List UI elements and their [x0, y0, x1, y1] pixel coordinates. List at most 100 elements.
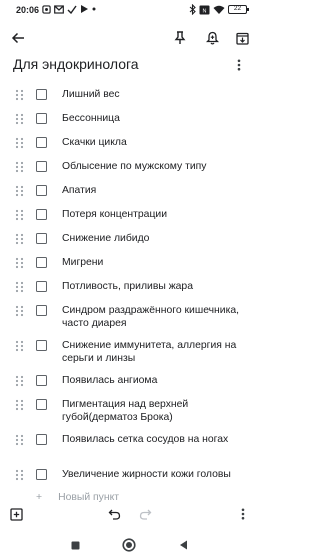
- item-checkbox[interactable]: [36, 89, 47, 100]
- list-item[interactable]: Снижение либидо: [0, 233, 259, 257]
- status-right-icons: N 22: [189, 4, 249, 15]
- item-text[interactable]: Мигрени: [62, 256, 247, 269]
- list-item[interactable]: Появилась ангиома: [0, 375, 259, 399]
- item-checkbox[interactable]: [36, 340, 47, 351]
- drag-handle-icon[interactable]: [15, 305, 25, 317]
- drag-handle-icon[interactable]: [15, 340, 25, 352]
- drag-handle-icon[interactable]: [15, 434, 25, 446]
- item-text[interactable]: Пигментация над верхней губой(дерматоз Б…: [62, 398, 247, 424]
- item-checkbox[interactable]: [36, 281, 47, 292]
- drag-handle-icon[interactable]: [15, 375, 25, 387]
- system-back-button[interactable]: [174, 536, 192, 554]
- item-checkbox[interactable]: [36, 399, 47, 410]
- note-header: Для эндокринолога: [0, 52, 259, 78]
- item-text[interactable]: Снижение иммунитета, аллергия на серьги …: [62, 339, 247, 365]
- item-text[interactable]: Появилась ангиома: [62, 374, 247, 387]
- item-checkbox[interactable]: [36, 469, 47, 480]
- item-checkbox[interactable]: [36, 137, 47, 148]
- item-text[interactable]: Потливость, приливы жара: [62, 280, 247, 293]
- item-text[interactable]: Облысение по мужскому типу: [62, 160, 247, 173]
- drag-handle-icon[interactable]: [15, 137, 25, 149]
- drag-handle-icon[interactable]: [15, 161, 25, 173]
- item-checkbox[interactable]: [36, 185, 47, 196]
- checklist: Лишний вес Бессонница Скачки цикла Облысени…: [0, 84, 259, 500]
- drag-handle-icon[interactable]: [15, 399, 25, 411]
- note-title[interactable]: Для эндокринолога: [13, 56, 139, 72]
- list-item[interactable]: Лишний вес: [0, 89, 259, 113]
- list-item[interactable]: Облысение по мужскому типу: [0, 161, 259, 185]
- arrow-left-icon: [11, 32, 24, 44]
- item-text[interactable]: Появилась сетка сосудов на ногах: [62, 433, 247, 446]
- item-checkbox[interactable]: [36, 113, 47, 124]
- list-item[interactable]: Бессонница: [0, 113, 259, 137]
- drag-handle-icon[interactable]: [15, 89, 25, 101]
- more-vert-icon: [241, 508, 245, 520]
- redo-button[interactable]: [135, 504, 155, 524]
- recents-button[interactable]: [66, 536, 84, 554]
- undo-icon: [108, 509, 120, 520]
- item-checkbox[interactable]: [36, 434, 47, 445]
- archive-icon: [235, 32, 249, 45]
- list-item[interactable]: Синдром раздражённого кишечника, часто д…: [0, 305, 259, 340]
- home-circle-icon: [122, 538, 136, 552]
- list-item[interactable]: Скачки цикла: [0, 137, 259, 161]
- wifi-icon: [213, 5, 225, 14]
- note-bottom-bar: [0, 502, 259, 526]
- drag-handle-icon[interactable]: [15, 113, 25, 125]
- svg-text:N: N: [203, 8, 207, 14]
- play-icon: [81, 5, 88, 13]
- list-item[interactable]: Апатия: [0, 185, 259, 209]
- recents-square-icon: [71, 541, 79, 549]
- item-checkbox[interactable]: [36, 161, 47, 172]
- sim-icon: N: [199, 5, 210, 14]
- status-left-icons: [42, 4, 96, 14]
- note-toolbar: [0, 24, 259, 52]
- item-checkbox[interactable]: [36, 233, 47, 244]
- drag-handle-icon[interactable]: [15, 281, 25, 293]
- drag-handle-icon[interactable]: [15, 257, 25, 269]
- item-text[interactable]: Снижение либидо: [62, 232, 247, 245]
- status-time: 20:06: [16, 5, 40, 15]
- status-bar: 20:06 N 22: [0, 0, 259, 22]
- mail-icon: [54, 4, 64, 14]
- item-text[interactable]: Лишний вес: [62, 88, 247, 101]
- archive-button[interactable]: [228, 24, 256, 52]
- more-vert-icon: [237, 59, 241, 71]
- list-item[interactable]: Мигрени: [0, 257, 259, 281]
- battery-level: 22: [233, 5, 242, 12]
- item-text[interactable]: Скачки цикла: [62, 136, 247, 149]
- add-content-button[interactable]: [6, 504, 26, 524]
- list-item[interactable]: Потливость, приливы жара: [0, 281, 259, 305]
- reminder-button[interactable]: [198, 24, 226, 52]
- check-icon: [67, 5, 77, 14]
- system-nav-bar: [0, 530, 259, 560]
- bottom-more-button[interactable]: [233, 504, 253, 524]
- drag-handle-icon[interactable]: [15, 233, 25, 245]
- home-button[interactable]: [120, 536, 138, 554]
- item-text[interactable]: Потеря концентрации: [62, 208, 247, 221]
- list-item[interactable]: Потеря концентрации: [0, 209, 259, 233]
- redo-icon: [139, 509, 151, 520]
- pin-icon: [174, 31, 186, 44]
- item-text[interactable]: Синдром раздражённого кишечника, часто д…: [62, 304, 247, 330]
- back-button[interactable]: [4, 24, 32, 52]
- undo-button[interactable]: [104, 504, 124, 524]
- list-item[interactable]: Появилась сетка сосудов на ногах: [0, 434, 259, 469]
- item-text[interactable]: Бессонница: [62, 112, 247, 125]
- item-checkbox[interactable]: [36, 209, 47, 220]
- back-triangle-icon: [179, 540, 187, 550]
- drag-handle-icon[interactable]: [15, 185, 25, 197]
- bell-plus-icon: [205, 31, 219, 45]
- notification-icon: [42, 4, 51, 14]
- drag-handle-icon[interactable]: [15, 209, 25, 221]
- dot-icon: [92, 7, 96, 11]
- list-item[interactable]: Снижение иммунитета, аллергия на серьги …: [0, 340, 259, 375]
- item-text[interactable]: Апатия: [62, 184, 247, 197]
- add-box-icon: [9, 507, 23, 521]
- item-checkbox[interactable]: [36, 305, 47, 316]
- list-item[interactable]: Пигментация над верхней губой(дерматоз Б…: [0, 399, 259, 434]
- item-checkbox[interactable]: [36, 257, 47, 268]
- note-more-button[interactable]: [229, 55, 249, 75]
- item-checkbox[interactable]: [36, 375, 47, 386]
- pin-button[interactable]: [166, 24, 194, 52]
